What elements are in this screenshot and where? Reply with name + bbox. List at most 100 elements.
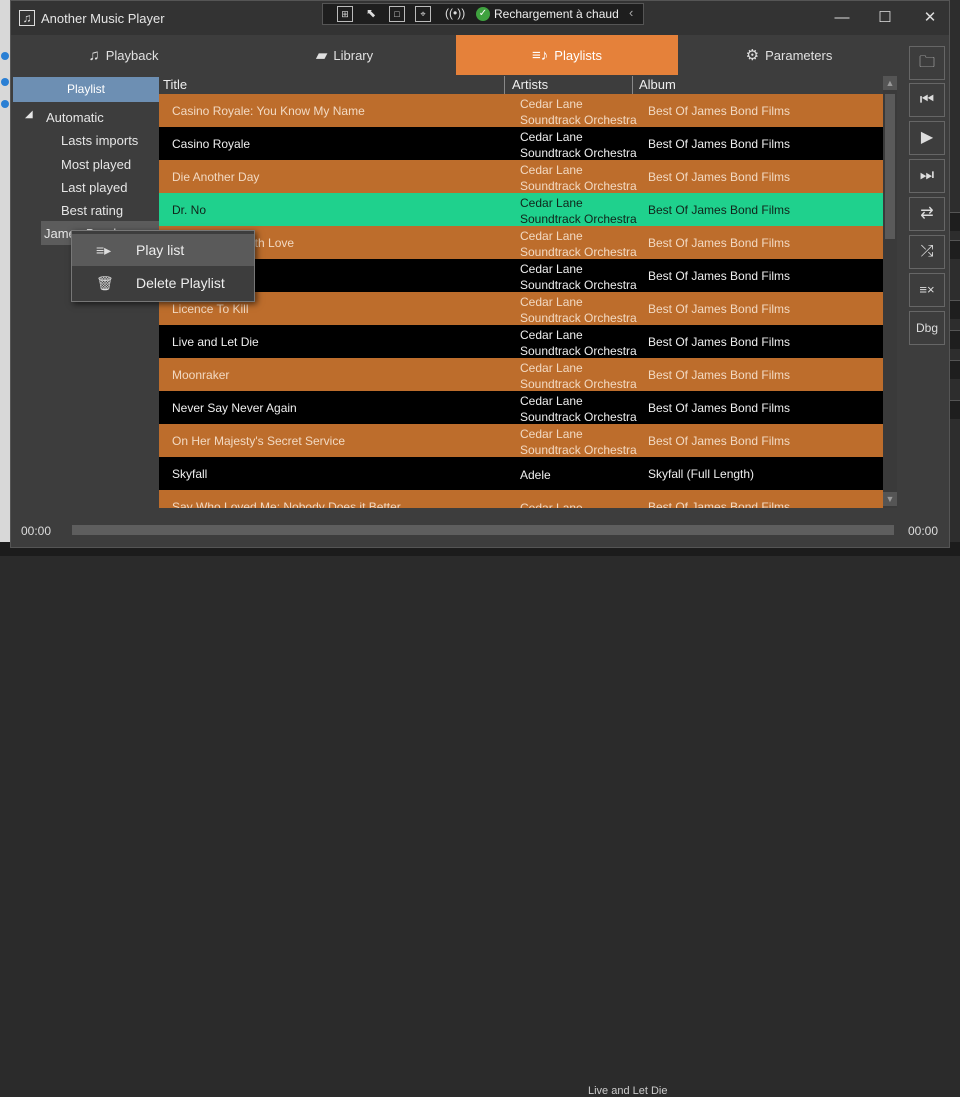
cell-title: Say Who Loved Me: Nobody Does it Better [172,500,401,508]
cell-album: Best Of James Bond Films [648,368,791,382]
debug-icon: Dbg [915,321,938,335]
tab-label: Playback [105,47,159,63]
display-layout-icon[interactable]: □ [389,6,405,22]
column-header-artists[interactable]: Artists [512,77,548,92]
table-row[interactable]: On Her Majesty's Secret Service Cedar Lan… [159,424,883,457]
playlist-context-menu: ≡▸ Play list 🗑 Delete Playlist [71,230,255,302]
sidebar-item-most-played[interactable]: Most played [61,157,131,172]
cell-artists: Cedar Lane Soundtrack Orchestra [520,261,637,293]
clear-queue-button[interactable]: ≡× [909,273,945,307]
table-row[interactable]: Say Who Loved Me: Nobody Does it Better C… [159,490,883,508]
column-separator[interactable] [504,76,505,94]
track-focus-icon[interactable]: ⌖ [415,6,431,22]
cell-album: Skyfall (Full Length) [648,467,755,481]
cell-artists: Cedar Lane Soundtrack Orchestra [520,129,637,161]
tracks-grid: Title Artists Album Casino Royale: You K… [159,76,883,508]
table-row[interactable]: Casino Royale: You Know My Name Cedar Lan… [159,94,883,127]
tab-playback[interactable]: ♫ Playback [13,35,234,75]
main-window: ♫ Another Music Player — ☐ ✕ ⊞ ⬉ □ ⌖ ((•… [10,0,950,548]
repeat-button[interactable]: ⇄ [909,197,945,231]
cell-title: Casino Royale [172,137,251,151]
debug-button[interactable]: Dbg [909,311,945,345]
gear-icon: ⚙ [745,47,760,64]
chevron-left-icon[interactable]: ‹ [629,5,633,20]
table-row[interactable]: Casino Royale Cedar Lane Soundtrack Orches… [159,127,883,160]
artist-line: Cedar Lane [520,163,583,177]
scroll-down-icon[interactable]: ▼ [883,492,897,506]
table-row[interactable]: Die Another Day Cedar Lane Soundtrack Orch… [159,160,883,193]
table-row[interactable]: From Russia with LoveCedar LaneSoundtrac… [159,226,883,259]
table-row[interactable]: Live and Let Die Cedar Lane Soundtrack Orc… [159,325,883,358]
cell-album: Best Of James Bond Films [648,203,791,217]
scrollbar-thumb[interactable] [885,94,895,239]
window-title: Another Music Player [41,11,165,26]
tab-parameters[interactable]: ⚙ Parameters [678,35,900,75]
menu-item-play-list[interactable]: ≡▸ Play list [72,234,254,266]
shuffle-icon: ⤮ [920,243,934,260]
minimize-button[interactable]: — [827,7,857,29]
column-header-album[interactable]: Album [639,77,676,92]
artist-line: Soundtrack Orchestra [520,278,637,292]
previous-button[interactable]: ⏮ [909,83,945,117]
artist-line: Cedar Lane [520,196,583,210]
artist-line: Adele [520,468,551,482]
skip-previous-icon: ⏮ [919,91,935,108]
sidebar-item-last-played[interactable]: Last played [61,180,128,195]
tab-library[interactable]: ▰ Library [234,35,455,75]
cell-artists: Cedar Lane Soundtrack Orchestra [520,360,637,392]
open-folder-button[interactable]: 🗀 [909,46,945,80]
next-button[interactable]: ⏭ [909,159,945,193]
cell-album: Best Of James Bond Films [648,104,791,118]
cell-artists: Cedar Lane Soundtrack Orchestra [520,294,637,326]
collapse-triangle-icon[interactable]: ◢ [25,109,33,120]
table-row[interactable]: GoldfingerCedar LaneSoundtrack Orchestra… [159,259,883,292]
clear-list-icon: ≡× [919,282,935,297]
binding-failures-icon[interactable]: ((•)) [445,6,465,22]
sidebar-item-lasts-imports[interactable]: Lasts imports [61,133,138,148]
cell-album: Best Of James Bond Films [648,170,791,184]
sidebar-group-automatic[interactable]: Automatic [46,110,104,125]
sidebar-item-best-rating[interactable]: Best rating [61,203,123,218]
hot-reload-status[interactable]: Rechargement à chaud [494,7,619,21]
cell-title: Casino Royale: You Know My Name [172,104,365,118]
cell-title: Skyfall [172,467,208,481]
table-row[interactable]: Licence To Kill Cedar Lane Soundtrack Orch… [159,292,883,325]
menu-item-delete-playlist[interactable]: 🗑 Delete Playlist [72,267,254,299]
progress-slider[interactable] [72,525,894,535]
scroll-up-icon[interactable]: ▲ [883,76,897,90]
artist-line: Cedar Lane [520,427,583,441]
column-separator[interactable] [632,76,633,94]
player-bar: 00:00 00:00 [11,511,949,547]
table-row[interactable]: Skyfall Adele Skyfall (Full Length) [159,457,883,490]
cell-artists: Cedar Lane Soundtrack Orchestra [520,162,637,194]
sidebar-header: Playlist [13,77,159,102]
shuffle-button[interactable]: ⤮ [909,235,945,269]
table-row[interactable]: Never Say Never Again Cedar Lane Soundtrac… [159,391,883,424]
cell-album: Best Of James Bond Films [648,500,791,508]
close-button[interactable]: ✕ [915,7,945,29]
column-header-title[interactable]: Title [163,77,187,92]
tab-playlists[interactable]: ≡♪ Playlists [456,35,678,75]
cell-title: Licence To Kill [172,302,249,316]
artist-line: Soundtrack Orchestra [520,113,637,127]
play-icon: ▶ [920,129,934,146]
artist-line: Soundtrack Orchestra [520,311,637,325]
select-element-icon[interactable]: ⬉ [363,6,379,22]
cell-album: Best Of James Bond Films [648,269,791,283]
folder-music-icon: ▰ [315,47,328,64]
artist-line: Soundtrack Orchestra [520,377,637,391]
tab-label: Playlists [554,47,602,63]
table-row[interactable]: Moonraker Cedar Lane Soundtrack Orchestra B… [159,358,883,391]
play-button[interactable]: ▶ [909,121,945,155]
artist-line: Cedar Lane [520,130,583,144]
live-tree-icon[interactable]: ⊞ [337,6,353,22]
grid-vertical-scrollbar[interactable]: ▲ ▼ [883,76,897,508]
table-row[interactable]: Dr. No Cedar Lane Soundtrack Orchestra Best… [159,193,883,226]
music-note-icon: ♫ [19,10,35,26]
artist-line: Soundtrack Orchestra [520,410,637,424]
xaml-debug-toolbar: ⊞ ⬉ □ ⌖ ((•)) ✓ Rechargement à chaud ‹ [322,3,644,25]
artist-line: Cedar Lane [520,361,583,375]
maximize-button[interactable]: ☐ [870,7,900,29]
music-notes-icon: ♫ [88,46,100,64]
cell-album: Best Of James Bond Films [648,335,791,349]
